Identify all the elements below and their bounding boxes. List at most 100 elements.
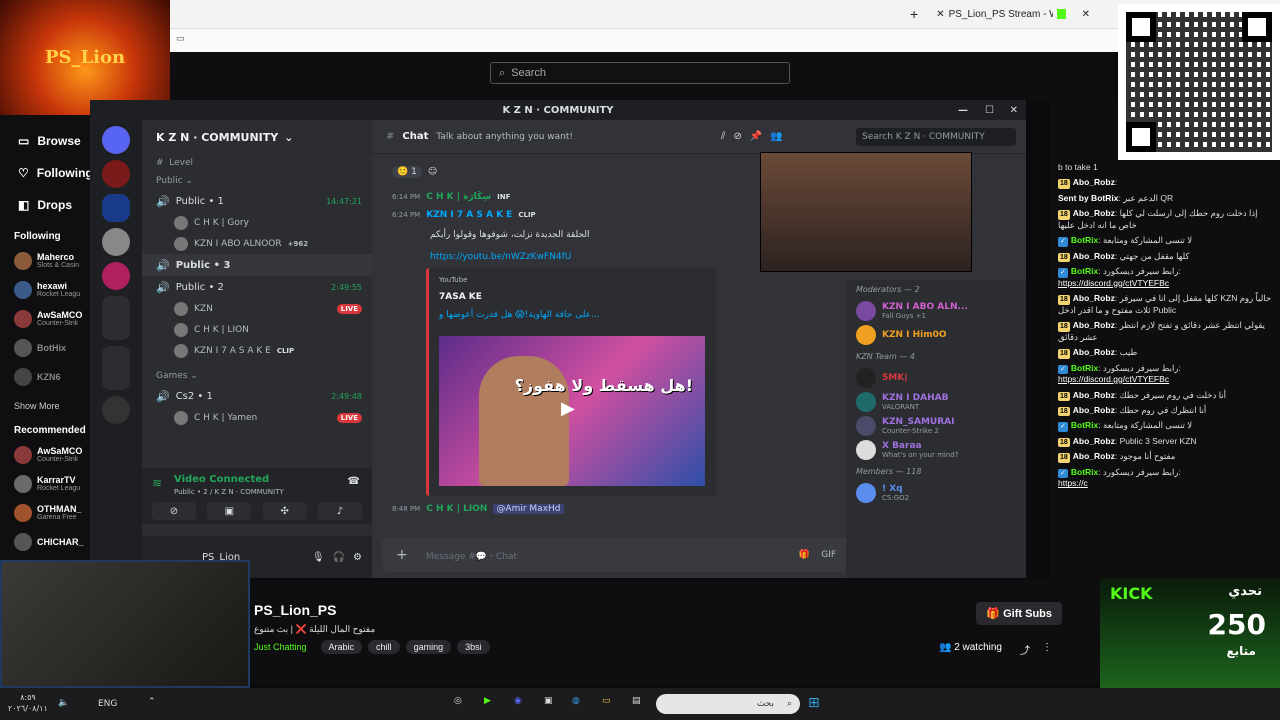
member[interactable]: KZN I DAHAB VALORANT [846, 390, 1026, 414]
member[interactable]: KZN_SAMURAI Counter-Strike 2 [846, 414, 1026, 438]
voice-user[interactable]: C H K | LION [142, 319, 372, 340]
chat-username[interactable]: Abo_Robz [1073, 347, 1115, 357]
reaction-row[interactable]: 🙂 1 ☺ [392, 166, 437, 178]
server-header[interactable]: K Z N · COMMUNITY ⌄ [142, 120, 372, 154]
pin-icon[interactable]: 📌 [750, 131, 762, 142]
recommended-channel[interactable]: KarrarTV Rocket Leagu [0, 469, 90, 498]
chat-message[interactable]: 18 Abo_Robz: مفتوح أنا موجود [1050, 449, 1280, 464]
browser-tab[interactable]: + ✕ PS_Lion_PS Stream - Watch Live on ✕ [910, 2, 1090, 26]
play-icon[interactable]: ▶ [561, 398, 575, 419]
activities-button[interactable]: ✣ [262, 502, 307, 520]
minimize-icon[interactable]: — [958, 105, 968, 116]
chat-message[interactable]: ✓ BotRix: رابط سيرفر ديسكورد: https://disc… [1050, 361, 1280, 388]
message[interactable]: 6:24 PM KZN I 7 A S A K E CLIP [392, 210, 536, 220]
chat-message[interactable]: 18 Abo_Robz: طيب [1050, 345, 1280, 360]
taskbar-edge-icon[interactable]: ◍ [572, 696, 580, 706]
add-attachment-icon[interactable]: + [396, 547, 408, 563]
category-public[interactable]: Public ⌄ [142, 172, 372, 190]
chat-username[interactable]: Abo_Robz [1073, 208, 1115, 218]
stream-tag[interactable]: chill [368, 640, 400, 654]
following-channel[interactable]: BotHix [0, 333, 90, 362]
message-link[interactable]: https://youtu.be/nWZzKwFN4fU [430, 252, 571, 262]
chat-message[interactable]: ✓ BotRix: لا تنسى المشاركة ومتابعة [1050, 233, 1280, 248]
chat-message[interactable]: 18 Abo_Robz: Public 3 Server KZN [1050, 434, 1280, 449]
taskbar-store-icon[interactable]: ▣ [544, 696, 553, 706]
message-author[interactable]: C H K | LION [426, 504, 487, 514]
taskbar-kick-icon[interactable]: ▶ [484, 696, 491, 706]
tab-close-icon[interactable]: ✕ [1082, 9, 1090, 20]
recommended-channel[interactable]: OTHMAN_ Garena Free [0, 498, 90, 527]
chat-link[interactable]: https://c [1058, 478, 1088, 488]
message[interactable]: 8:48 PM C H K | LION @Amir MaxHd [392, 504, 564, 514]
voice-channel[interactable]: 🔊 Public • 2 2:49:55 [142, 276, 372, 298]
language-indicator[interactable]: ENG [98, 699, 117, 709]
windows-start-icon[interactable]: ⊞ [808, 695, 820, 711]
gear-icon[interactable]: ⚙ [353, 552, 362, 563]
mic-icon[interactable]: 🎙 [312, 552, 325, 563]
chat-username[interactable]: Abo_Robz [1073, 451, 1115, 461]
message[interactable]: 6:14 PM C H K | سِكَارَة INF [392, 192, 510, 202]
share-icon[interactable]: ⤴ [1020, 642, 1030, 657]
embed-author[interactable]: 7ASA KE [439, 292, 482, 302]
members-icon[interactable]: 👥 [770, 131, 782, 142]
maximize-icon[interactable]: ☐ [985, 105, 994, 116]
chat-message[interactable]: 18 Abo_Robz: [1050, 175, 1280, 190]
taskbar-app-icon[interactable]: ◎ [454, 696, 462, 706]
category-games[interactable]: Games ⌄ [142, 367, 372, 385]
voice-user[interactable]: C H K | Yamen LIVE [142, 407, 372, 428]
taskbar-discord-icon[interactable]: ◉ [514, 696, 522, 706]
voice-user[interactable]: KZN LIVE [142, 298, 372, 319]
embed-title[interactable]: على حافة الهاوية!😱 هل قدرت أعوضها و... [439, 310, 600, 320]
recommended-channel[interactable]: AwSaMCO Counter-Strik [0, 440, 90, 469]
server-icon[interactable] [102, 396, 130, 424]
chat-username[interactable]: Abo_Robz [1073, 320, 1115, 330]
chat-username[interactable]: Abo_Robz [1073, 293, 1115, 303]
close-icon[interactable]: ✕ [1010, 105, 1018, 116]
video-thumbnail[interactable]: هل هسقط ولا هفوز؟! ▶ [439, 336, 705, 486]
voice-user[interactable]: KZN I ABO ALNOOR +962 [142, 233, 372, 254]
chat-username[interactable]: BotRix [1071, 266, 1098, 276]
chat-message[interactable]: 18 Abo_Robz: كلها مقفل من جهتي [1050, 249, 1280, 264]
server-folder-icon[interactable] [102, 296, 130, 340]
tray-chevron-icon[interactable]: ⌃ [148, 697, 156, 707]
gift-icon[interactable]: 🎁 [799, 550, 810, 560]
server-icon[interactable] [102, 262, 130, 290]
chat-message[interactable]: 18 Abo_Robz: إذا دخلت روم حطك إلى ارسلت ل… [1050, 206, 1280, 233]
nav-drops[interactable]: ◧ Drops [0, 189, 90, 221]
chat-username[interactable]: Abo_Robz [1073, 177, 1115, 187]
server-icon[interactable] [102, 228, 130, 256]
chat-username[interactable]: Sent by BotRix [1058, 193, 1118, 203]
member[interactable]: ! Xq CS:GO2 [846, 481, 1026, 505]
chat-message[interactable]: 18 Abo_Robz: أنا انتظرك في روم حطك [1050, 403, 1280, 418]
taskbar-app-icon[interactable]: ▤ [632, 696, 641, 706]
chat-username[interactable]: Abo_Robz [1073, 405, 1115, 415]
chat-username[interactable]: BotRix [1071, 420, 1098, 430]
message-author[interactable]: C H K | سِكَارَة [426, 192, 491, 202]
stream-tag[interactable]: 3bsi [457, 640, 490, 654]
kick-search-input[interactable]: ⌕ Search [490, 62, 790, 84]
more-options-icon[interactable]: ⋮ [1042, 642, 1052, 653]
taskbar-explorer-icon[interactable]: ▭ [602, 696, 611, 706]
following-channel[interactable]: AwSaMCO Counter-Strik [0, 304, 90, 333]
chat-message[interactable]: ✓ BotRix: رابط سيرفر ديسكورد: https://c [1050, 465, 1280, 492]
following-channel[interactable]: KZN6 [0, 362, 90, 391]
camera-off-button[interactable]: ⊘ [152, 502, 196, 520]
threads-icon[interactable]: ⫽ [721, 131, 725, 142]
nav-browse[interactable]: ▭ Browse [0, 125, 90, 157]
chat-username[interactable]: BotRix [1071, 467, 1098, 477]
message-author[interactable]: KZN I 7 A S A K E [426, 210, 512, 220]
nav-following[interactable]: ♡ Following [0, 157, 93, 189]
mention[interactable]: @Amir MaxHd [493, 504, 564, 514]
voice-channel[interactable]: 🔊 Cs2 • 1 2:49:48 [142, 385, 372, 407]
add-reaction-icon[interactable]: ☺ [428, 167, 437, 177]
following-channel[interactable]: hexawi Rocket Leagu [0, 275, 90, 304]
mute-icon[interactable]: ⊘ [733, 131, 741, 142]
member[interactable]: KZN I ABO ALN... Fall Guys +1 [846, 299, 1026, 323]
taskbar-search[interactable]: بحث ⌕ [656, 694, 800, 714]
chat-message[interactable]: ✓ BotRix: لا تنسى المشاركة ومتابعة [1050, 418, 1280, 433]
gif-icon[interactable]: GIF [821, 550, 836, 560]
category-tag[interactable]: Just Chatting [254, 640, 315, 654]
screen-share-button[interactable]: ▣ [207, 502, 252, 520]
server-folder-icon[interactable] [102, 346, 130, 390]
chat-link[interactable]: https://discord.gg/ctVTYEFBc [1058, 374, 1169, 384]
